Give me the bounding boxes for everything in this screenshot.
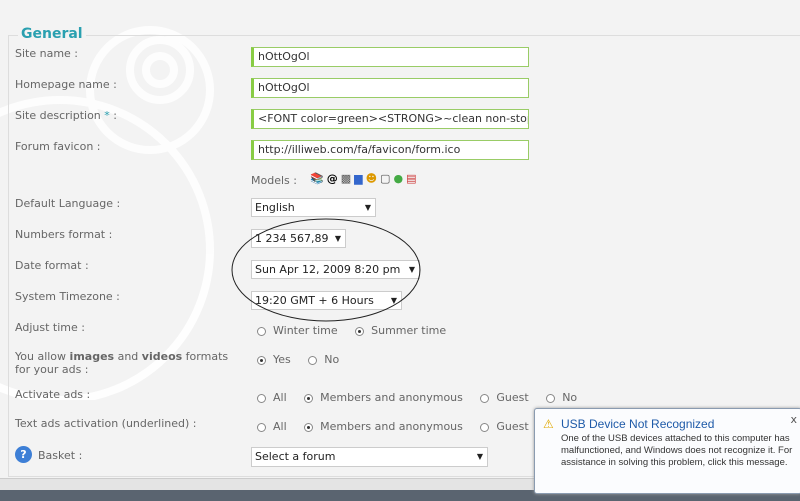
usb-notification-balloon[interactable]: ⚠ USB Device Not Recognized x One of the… bbox=[534, 408, 800, 494]
monitor-icon[interactable]: ▆ bbox=[354, 172, 362, 185]
homepage-name-label: Homepage name : bbox=[15, 78, 117, 91]
forum-favicon-input[interactable]: http://illiweb.com/fa/favicon/form.ico bbox=[251, 140, 529, 160]
radio-members-and-anonymous[interactable]: Members and anonymous bbox=[304, 420, 463, 433]
globe-icon[interactable]: ● bbox=[393, 172, 403, 185]
required-marker: * bbox=[104, 109, 110, 122]
site-description-input[interactable]: <FONT color=green><STRONG>~clean non-sto… bbox=[251, 109, 529, 129]
radio-no[interactable]: No bbox=[308, 353, 339, 366]
smiley-icon[interactable]: ☻ bbox=[366, 172, 377, 185]
hand-drawn-ellipse bbox=[231, 218, 421, 322]
basket-select[interactable]: Select a forum ▼ bbox=[251, 447, 488, 467]
notification-body: One of the USB devices attached to this … bbox=[561, 433, 793, 468]
date-format-label: Date format : bbox=[15, 259, 89, 272]
chevron-down-icon: ▼ bbox=[364, 203, 371, 212]
books-icon[interactable]: 📚 bbox=[310, 172, 324, 185]
forum-favicon-label: Forum favicon : bbox=[15, 140, 101, 153]
homepage-name-input[interactable]: hOttOgOl bbox=[251, 78, 529, 98]
models-label: Models : bbox=[251, 174, 297, 187]
radio-all[interactable]: All bbox=[257, 420, 287, 433]
adjust-time-radio-group: Winter time Summer time bbox=[257, 324, 460, 337]
numbers-format-label: Numbers format : bbox=[15, 228, 113, 241]
text-ads-label: Text ads activation (underlined) : bbox=[15, 417, 197, 430]
spiral-icon[interactable]: @ bbox=[327, 172, 338, 185]
chevron-down-icon: ▼ bbox=[476, 452, 483, 461]
warning-icon: ⚠ bbox=[543, 417, 554, 431]
radio-summer-time[interactable]: Summer time bbox=[355, 324, 446, 337]
site-name-label: Site name : bbox=[15, 47, 79, 60]
default-language-select[interactable]: English ▼ bbox=[251, 198, 376, 217]
close-icon[interactable]: x bbox=[790, 413, 797, 426]
radio-all[interactable]: All bbox=[257, 391, 287, 404]
radio-guest[interactable]: Guest bbox=[480, 391, 529, 404]
adjust-time-label: Adjust time : bbox=[15, 321, 85, 334]
pattern-icon[interactable]: ▩ bbox=[341, 172, 351, 185]
models-icons: 📚 @ ▩ ▆ ☻ ▢ ● ▤ bbox=[310, 172, 416, 185]
site-name-input[interactable]: hOttOgOl bbox=[251, 47, 529, 67]
allow-media-radio-group: Yes No bbox=[257, 353, 353, 366]
activate-ads-radio-group: All Members and anonymous Guest No bbox=[257, 391, 591, 404]
notepad-icon[interactable]: ▤ bbox=[406, 172, 416, 185]
allow-media-label: You allow images and videos formats for y… bbox=[15, 350, 229, 376]
default-language-label: Default Language : bbox=[15, 197, 121, 210]
text-ads-radio-group: All Members and anonymous Guest bbox=[257, 420, 543, 433]
site-description-label: Site description * : bbox=[15, 109, 117, 122]
radio-winter-time[interactable]: Winter time bbox=[257, 324, 338, 337]
timezone-label: System Timezone : bbox=[15, 290, 120, 303]
radio-no[interactable]: No bbox=[546, 391, 577, 404]
basket-label: Basket : bbox=[38, 449, 83, 462]
help-icon[interactable]: ? bbox=[15, 446, 32, 463]
section-title: General bbox=[18, 26, 86, 42]
radio-guest[interactable]: Guest bbox=[480, 420, 529, 433]
notification-title: USB Device Not Recognized bbox=[561, 417, 715, 431]
radio-members-and-anonymous[interactable]: Members and anonymous bbox=[304, 391, 463, 404]
radio-yes[interactable]: Yes bbox=[257, 353, 291, 366]
activate-ads-label: Activate ads : bbox=[15, 388, 91, 401]
speech-bubble-icon[interactable]: ▢ bbox=[380, 172, 390, 185]
